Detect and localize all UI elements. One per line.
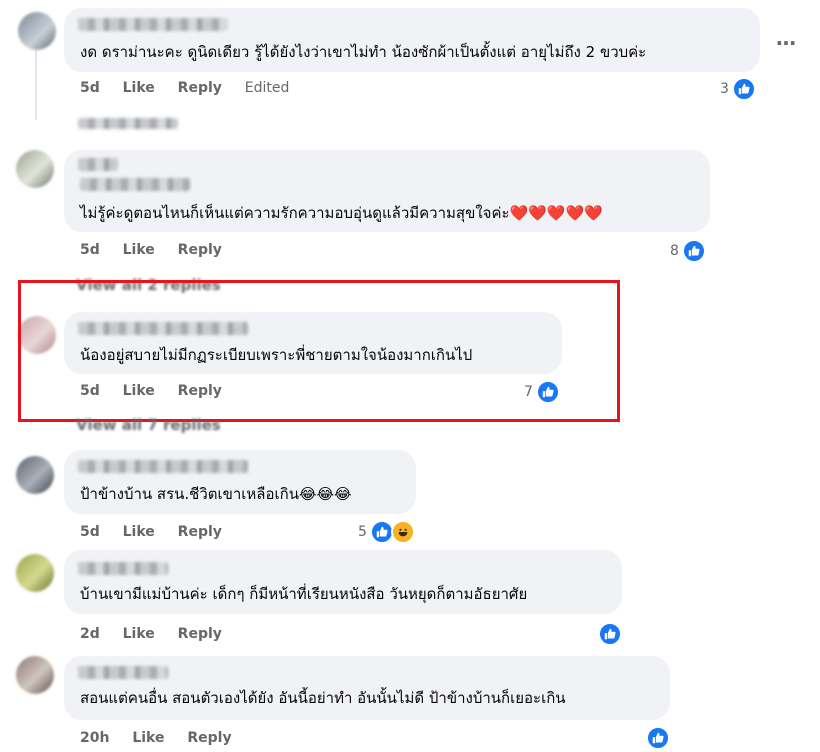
comment-text: ป้าข้างบ้าน สรน.ชีวิตเขาเหลือเกิน😂😂😂 — [80, 485, 352, 503]
thread-connector — [35, 48, 37, 120]
like-button[interactable]: Like — [123, 626, 155, 642]
commenter-name[interactable] — [80, 178, 190, 191]
reaction-summary[interactable]: 3 — [720, 77, 756, 101]
reply-button[interactable]: Reply — [178, 80, 222, 96]
avatar[interactable] — [16, 656, 54, 694]
reply-button[interactable]: Reply — [178, 626, 222, 642]
like-button[interactable]: Like — [123, 242, 155, 258]
comment-text: ไม่รู้ค่ะดูตอนไหนก็เห็นแต่ความรักความอบอ… — [80, 204, 603, 222]
view-replies-link[interactable]: View all 7 replies — [76, 416, 221, 434]
comment-actions: 20h Like Reply — [80, 730, 250, 746]
like-reaction-icon — [731, 77, 756, 101]
comment-text: สอนแต่คนอื่น สอนตัวเองได้ยัง อันนี้อย่าท… — [80, 689, 566, 707]
like-button[interactable]: Like — [132, 730, 164, 746]
comment-time[interactable]: 2d — [80, 626, 100, 642]
comment-actions: 5d Like Reply Edited — [80, 80, 307, 96]
reply-preview[interactable] — [78, 118, 178, 129]
comment-time[interactable]: 5d — [80, 80, 100, 96]
comment-time[interactable]: 5d — [80, 242, 100, 258]
commenter-name[interactable] — [78, 158, 118, 171]
commenter-name[interactable] — [78, 562, 168, 575]
avatar[interactable] — [16, 456, 54, 494]
comment-time[interactable]: 20h — [80, 730, 109, 746]
avatar[interactable] — [16, 554, 54, 592]
comment-text: บ้านเขามีแม่บ้านค่ะ เด็กๆ ก็มีหน้าที่เรี… — [80, 585, 528, 603]
commenter-name[interactable] — [78, 666, 168, 679]
comment-actions: 5d Like Reply — [80, 242, 240, 258]
haha-reaction-icon — [390, 520, 415, 544]
comment-time[interactable]: 5d — [80, 524, 100, 540]
comment-actions: 5d Like Reply — [80, 524, 240, 540]
like-button[interactable]: Like — [123, 524, 155, 540]
reaction-count: 5 — [358, 524, 367, 540]
like-reaction-icon — [681, 239, 706, 263]
comment-bubble — [64, 550, 622, 614]
reply-button[interactable]: Reply — [178, 524, 222, 540]
like-reaction-icon — [646, 726, 670, 750]
commenter-name[interactable] — [78, 460, 248, 473]
reaction-count: 8 — [670, 243, 679, 259]
reaction-count: 3 — [720, 81, 729, 97]
like-reaction-icon — [598, 622, 622, 646]
reply-button[interactable]: Reply — [187, 730, 231, 746]
reply-button[interactable]: Reply — [178, 242, 222, 258]
comment-text: งด ดราม่านะคะ ดูนิดเดียว รู้ได้ยังไงว่าเ… — [80, 43, 647, 61]
reaction-summary[interactable]: 8 — [670, 239, 706, 263]
reaction-summary[interactable]: 5 — [358, 520, 415, 544]
like-button[interactable]: Like — [123, 80, 155, 96]
highlight-box — [18, 280, 620, 422]
reaction-summary[interactable] — [646, 726, 670, 750]
edited-label: Edited — [244, 80, 290, 96]
more-options-icon[interactable]: … — [776, 26, 797, 50]
comment-actions: 2d Like Reply — [80, 626, 240, 642]
avatar[interactable] — [16, 150, 54, 188]
reaction-summary[interactable] — [598, 622, 622, 646]
commenter-name[interactable] — [78, 18, 228, 31]
avatar[interactable] — [18, 12, 56, 50]
